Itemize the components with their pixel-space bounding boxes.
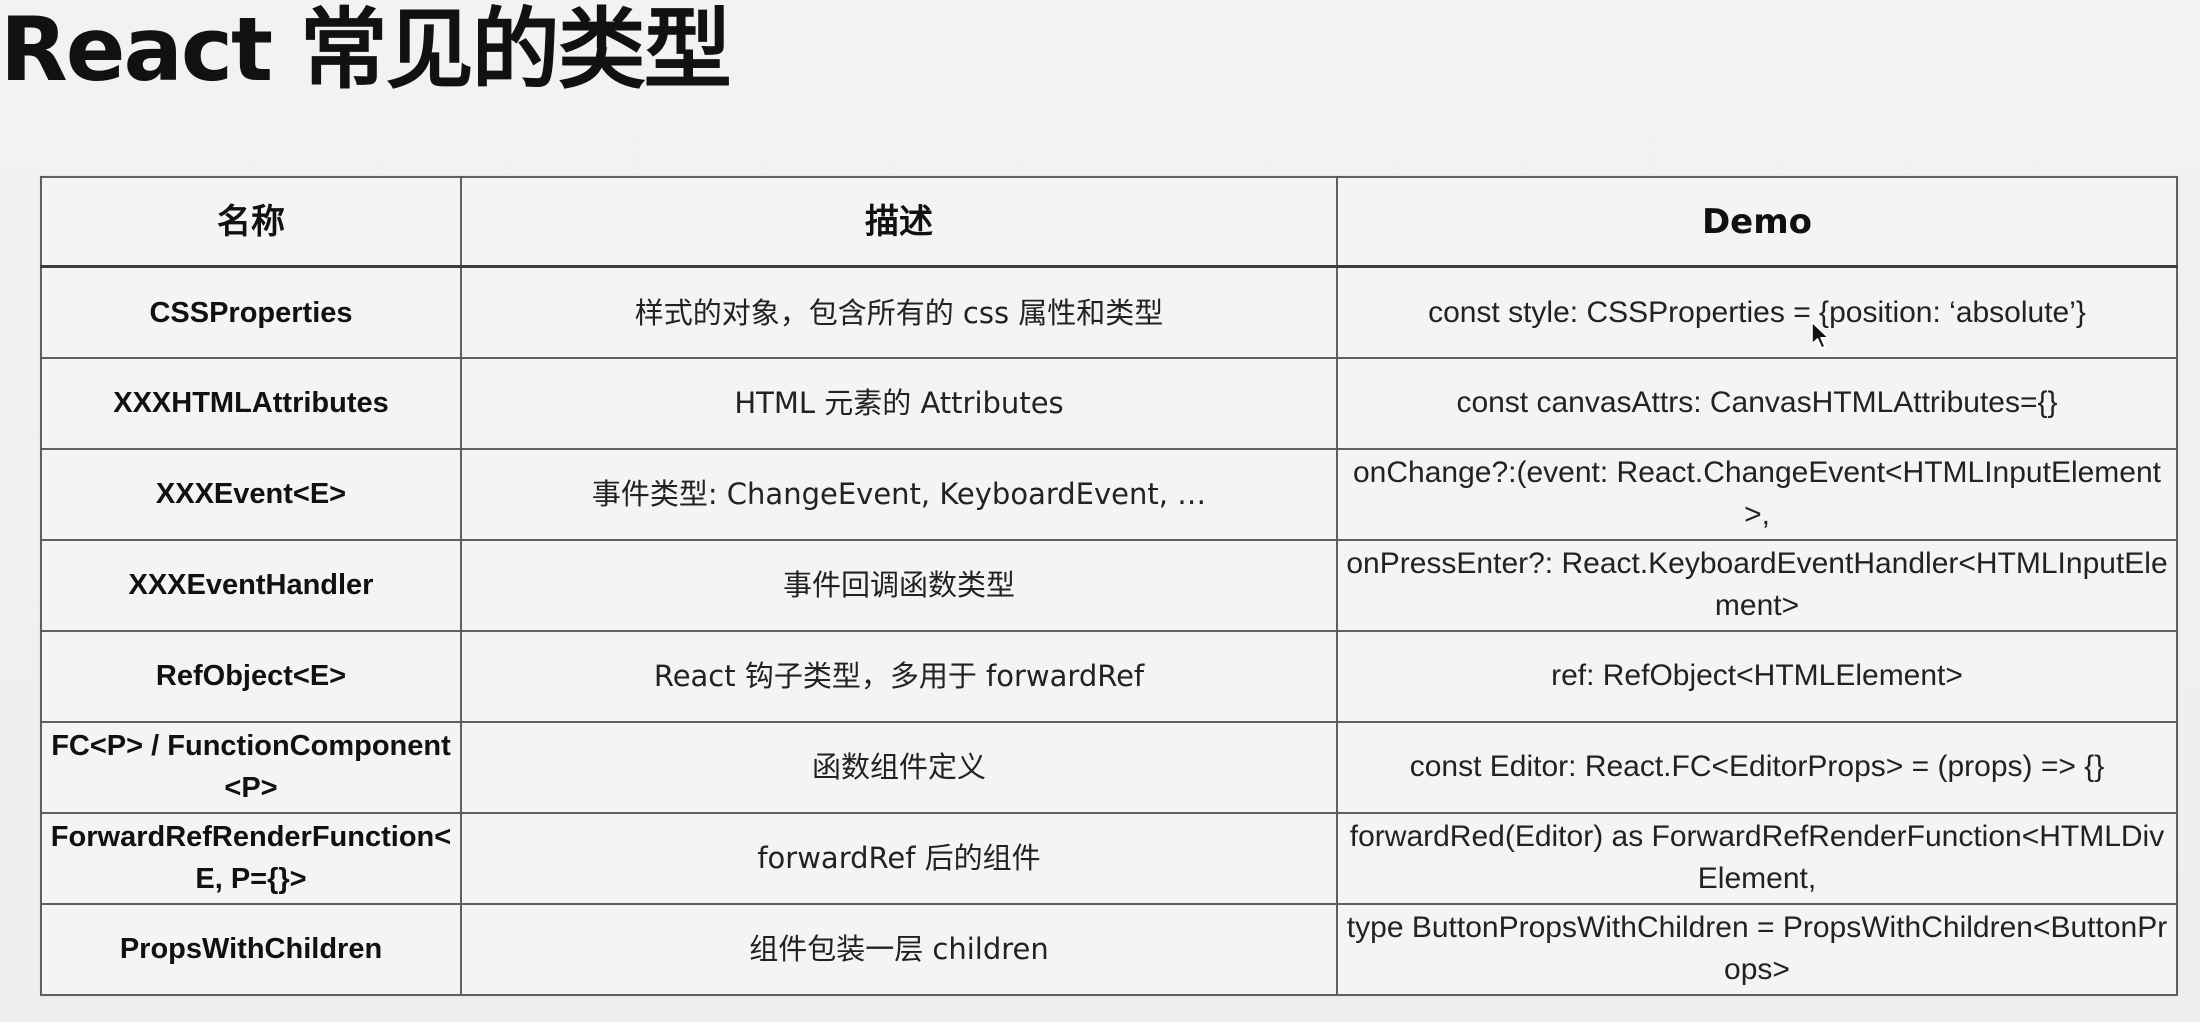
header-demo: Demo [1336, 176, 2178, 268]
type-demo-cell: onPressEnter?: React.KeyboardEventHandle… [1336, 538, 2178, 632]
table-row: FC<P> / FunctionComponent<P> 函数组件定义 cons… [40, 720, 2178, 814]
table-row: CSSProperties 样式的对象，包含所有的 css 属性和类型 cons… [40, 265, 2178, 359]
table-body: CSSProperties 样式的对象，包含所有的 css 属性和类型 cons… [40, 265, 2178, 997]
type-description-cell: 事件回调函数类型 [460, 538, 1338, 632]
type-name-cell: PropsWithChildren [40, 902, 462, 997]
types-table: 名称 描述 Demo CSSProperties 样式的对象，包含所有的 css… [40, 176, 2178, 997]
type-description-cell: forwardRef 后的组件 [460, 811, 1338, 905]
type-name-cell: FC<P> / FunctionComponent<P> [40, 720, 462, 814]
header-name: 名称 [40, 176, 462, 268]
type-name-cell: CSSProperties [40, 265, 462, 359]
page-title: React 常见的类型 [0, 0, 732, 101]
type-name-cell: XXXEventHandler [40, 538, 462, 632]
table-row: XXXEventHandler 事件回调函数类型 onPressEnter?: … [40, 538, 2178, 632]
type-demo-cell: const Editor: React.FC<EditorProps> = (p… [1336, 720, 2178, 814]
type-demo-cell: const style: CSSProperties = {position: … [1336, 265, 2178, 359]
type-description-cell: 组件包装一层 children [460, 902, 1338, 997]
table-row: PropsWithChildren 组件包装一层 children type B… [40, 902, 2178, 997]
type-name-cell: XXXEvent<E> [40, 447, 462, 541]
type-description-cell: HTML 元素的 Attributes [460, 357, 1338, 450]
type-demo-cell: type ButtonPropsWithChildren = PropsWith… [1336, 902, 2178, 997]
table-header: 名称 描述 Demo [40, 176, 2178, 268]
type-description-cell: React 钩子类型，多用于 forwardRef [460, 629, 1338, 723]
type-demo-cell: onChange?:(event: React.ChangeEvent<HTML… [1336, 447, 2178, 541]
type-demo-cell: ref: RefObject<HTMLElement> [1336, 629, 2178, 723]
header-description: 描述 [460, 176, 1338, 268]
type-description-cell: 事件类型: ChangeEvent, KeyboardEvent, … [460, 447, 1338, 541]
type-name-cell: ForwardRefRenderFunction<E, P={}> [40, 811, 462, 905]
type-demo-cell: forwardRed(Editor) as ForwardRefRenderFu… [1336, 811, 2178, 905]
table-row: XXXHTMLAttributes HTML 元素的 Attributes co… [40, 357, 2178, 450]
type-name-cell: RefObject<E> [40, 629, 462, 723]
table-row: XXXEvent<E> 事件类型: ChangeEvent, KeyboardE… [40, 447, 2178, 541]
table-row: RefObject<E> React 钩子类型，多用于 forwardRef r… [40, 629, 2178, 723]
type-name-cell: XXXHTMLAttributes [40, 357, 462, 450]
table-row: ForwardRefRenderFunction<E, P={}> forwar… [40, 811, 2178, 905]
type-description-cell: 函数组件定义 [460, 720, 1338, 814]
header-row: 名称 描述 Demo [40, 176, 2178, 268]
type-demo-cell: const canvasAttrs: CanvasHTMLAttributes=… [1336, 357, 2178, 450]
type-description-cell: 样式的对象，包含所有的 css 属性和类型 [460, 265, 1338, 359]
